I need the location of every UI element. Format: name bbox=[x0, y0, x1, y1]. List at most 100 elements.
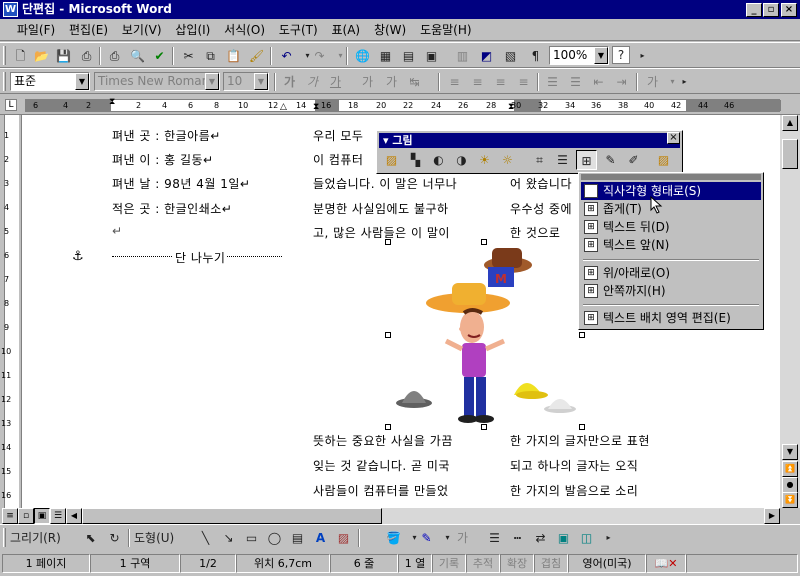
reset-picture-icon[interactable]: ▨ bbox=[653, 150, 674, 170]
less-brightness-icon[interactable]: ☼ bbox=[497, 150, 518, 170]
arrow-style-icon[interactable]: ⇄ bbox=[530, 528, 551, 548]
clipart-icon[interactable]: ▨ bbox=[333, 528, 354, 548]
drawing-icon[interactable]: ◩ bbox=[476, 46, 497, 66]
doc-line[interactable]: 한 가지의 발음으로 소리 bbox=[510, 482, 638, 499]
spelling-icon[interactable]: ✔ bbox=[149, 46, 170, 66]
spelling-status-icon[interactable]: 📖✕ bbox=[646, 554, 686, 573]
doc-line[interactable]: 되고 하나의 글자는 오직 bbox=[510, 457, 638, 474]
doc-line[interactable]: 펴낸 곳 : 한글아름↵ bbox=[112, 127, 221, 144]
shadow-icon[interactable]: ▣ bbox=[553, 528, 574, 548]
insert-picture-icon[interactable]: ▨ bbox=[381, 150, 402, 170]
hyperlink-icon[interactable]: 🌐 bbox=[352, 46, 373, 66]
doc-line[interactable]: 사람들이 컴퓨터를 만들었 bbox=[313, 482, 449, 499]
menu-drag-bar[interactable] bbox=[581, 174, 761, 180]
font-color-icon[interactable]: 가 bbox=[642, 72, 663, 92]
toolbar-grip[interactable] bbox=[3, 528, 6, 547]
scroll-right-icon[interactable]: ▶ bbox=[764, 508, 780, 524]
columns-icon[interactable]: ▥ bbox=[452, 46, 473, 66]
set-transparent-icon[interactable]: ✐ bbox=[623, 150, 644, 170]
text-wrapping-icon[interactable]: ⊞ bbox=[576, 150, 597, 170]
wrap-top-bottom-item[interactable]: ⊞ 위/아래로(O) bbox=[581, 264, 761, 282]
picture-toolbar-title[interactable]: ▾ 그림 bbox=[379, 133, 680, 148]
wrap-tight-item[interactable]: ⊞ 좁게(T) bbox=[581, 200, 761, 218]
next-page-icon[interactable]: ⏬ bbox=[782, 492, 798, 508]
print-icon[interactable]: ⎙ bbox=[76, 46, 97, 66]
word-app-icon[interactable]: W bbox=[3, 2, 18, 17]
resize-handle[interactable] bbox=[579, 424, 585, 430]
scroll-left-icon[interactable]: ◀ bbox=[66, 508, 82, 524]
font-color-icon[interactable]: 가 bbox=[452, 528, 473, 548]
scroll-up-icon[interactable]: ▲ bbox=[782, 115, 798, 131]
ruler-strip[interactable]: 6 4 2 2 4 6 8 10 12 14 16 18 20 22 24 26… bbox=[25, 98, 781, 112]
doc-map-icon[interactable]: ▧ bbox=[500, 46, 521, 66]
status-track[interactable]: 추적 bbox=[466, 554, 500, 573]
increase-indent-icon[interactable]: ⇥ bbox=[611, 72, 632, 92]
chevron-down-icon[interactable]: ▼ bbox=[75, 73, 89, 90]
textbox-icon[interactable]: ▤ bbox=[287, 528, 308, 548]
doc-line[interactable]: 한 가지의 글자만으로 표현 bbox=[510, 432, 650, 449]
less-contrast-icon[interactable]: ◑ bbox=[451, 150, 472, 170]
indent-marker-icon[interactable]: ⧗ bbox=[109, 98, 115, 107]
doc-line[interactable]: 어 왔습니다 bbox=[510, 175, 572, 192]
scroll-down-icon[interactable]: ▼ bbox=[782, 444, 798, 460]
align-right-icon[interactable]: ≡ bbox=[490, 72, 511, 92]
vertical-ruler[interactable]: 1 2 3 4 5 6 7 8 9 10 11 12 13 14 15 16 bbox=[0, 115, 22, 508]
doc-line[interactable]: 들었습니다. 이 말은 너무나 bbox=[313, 175, 457, 192]
wrap-front-item[interactable]: ⊞ 텍스트 앞(N) bbox=[581, 236, 761, 254]
toolbar-more-icon[interactable]: ▸ bbox=[674, 72, 695, 92]
browse-object-icon[interactable]: ● bbox=[782, 477, 798, 493]
doc-line[interactable]: 분명한 사실임에도 불구하 bbox=[313, 200, 449, 217]
new-icon[interactable]: 🗋 bbox=[10, 46, 31, 66]
bullets-icon[interactable]: ☰ bbox=[565, 72, 586, 92]
close-icon[interactable]: × bbox=[667, 132, 680, 144]
edit-wrap-points-item[interactable]: ⊞ 텍스트 배치 영역 편집(E) bbox=[581, 309, 761, 327]
tables-borders-icon[interactable]: ▦ bbox=[375, 46, 396, 66]
horizontal-scrollbar[interactable]: ≡ ▫ ▣ ☰ ◀ ▶ bbox=[0, 508, 800, 524]
tab-selector-icon[interactable]: L bbox=[5, 99, 17, 111]
insert-table-icon[interactable]: ▤ bbox=[398, 46, 419, 66]
scroll-thumb[interactable] bbox=[782, 139, 798, 169]
resize-handle[interactable] bbox=[385, 332, 391, 338]
size-select[interactable]: 10 ▼ bbox=[223, 72, 269, 91]
menu-insert[interactable]: 삽입(I) bbox=[170, 19, 215, 41]
chevron-down-icon[interactable]: ▼ bbox=[594, 47, 608, 64]
menu-format[interactable]: 서식(O) bbox=[219, 19, 270, 41]
status-language[interactable]: 영어(미국) bbox=[568, 554, 646, 573]
line-color-icon[interactable]: ✎ bbox=[416, 528, 437, 548]
resize-handle[interactable] bbox=[385, 239, 391, 245]
zoom-select[interactable]: 100% ▼ bbox=[549, 46, 609, 65]
toolbar-more-icon[interactable]: ▸ bbox=[632, 46, 653, 66]
resize-handle[interactable] bbox=[481, 239, 487, 245]
open-icon[interactable]: 📂 bbox=[31, 46, 52, 66]
indent-marker-icon[interactable]: △ bbox=[280, 103, 287, 112]
doc-line[interactable]: 잊는 것 같습니다. 곧 미국 bbox=[313, 457, 450, 474]
wrap-square-item[interactable]: ⊞ 직사각형 형태로(S) bbox=[581, 182, 761, 200]
line-style-icon[interactable]: ☰ bbox=[552, 150, 573, 170]
doc-line[interactable]: 펴낸 날 : 98년 4월 1일↵ bbox=[112, 175, 250, 192]
numbering-icon[interactable]: ☰ bbox=[542, 72, 563, 92]
status-record[interactable]: 기록 bbox=[432, 554, 466, 573]
picture-toolbar-menu-icon[interactable]: ▾ bbox=[383, 134, 392, 147]
close-button[interactable]: × bbox=[781, 3, 797, 17]
show-hide-icon[interactable]: ¶ bbox=[525, 46, 546, 66]
menu-edit[interactable]: 편집(E) bbox=[64, 19, 113, 41]
menu-window[interactable]: 창(W) bbox=[369, 19, 411, 41]
menu-table[interactable]: 표(A) bbox=[327, 19, 366, 41]
minimize-button[interactable]: _ bbox=[746, 3, 762, 17]
wrap-through-item[interactable]: ⊞ 안쪽까지(H) bbox=[581, 282, 761, 300]
preview-icon[interactable]: 🔍 bbox=[127, 46, 148, 66]
align-left-icon[interactable]: ≡ bbox=[444, 72, 465, 92]
hscroll-thumb[interactable] bbox=[82, 508, 382, 524]
underline-icon[interactable]: 가 bbox=[325, 72, 346, 92]
indent-marker-icon[interactable]: ⧗ bbox=[508, 103, 514, 112]
menu-tools[interactable]: 도구(T) bbox=[274, 19, 323, 41]
menu-view[interactable]: 보기(V) bbox=[117, 19, 167, 41]
italic-icon[interactable]: 가 bbox=[302, 72, 323, 92]
chevron-down-icon[interactable]: ▼ bbox=[205, 73, 219, 90]
cut-icon[interactable]: ✂ bbox=[178, 46, 199, 66]
select-objects-icon[interactable]: ⬉ bbox=[80, 528, 101, 548]
doc-line[interactable]: ↵ bbox=[112, 224, 123, 238]
doc-line[interactable]: 이 컴퓨터 bbox=[313, 151, 363, 168]
free-rotate-icon[interactable]: ↻ bbox=[104, 528, 125, 548]
doc-line[interactable]: 뜻하는 중요한 사실을 가끔 bbox=[313, 432, 453, 449]
